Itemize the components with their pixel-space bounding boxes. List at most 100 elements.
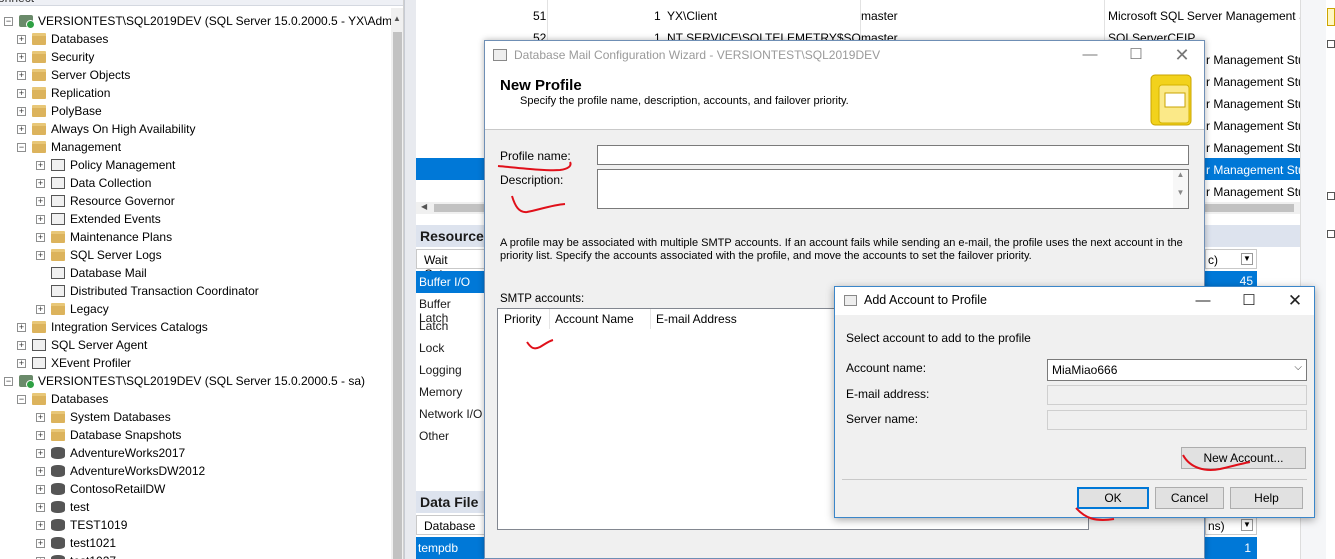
scroll-left-icon[interactable]: ◀	[421, 202, 427, 211]
expand-icon[interactable]: +	[36, 484, 45, 494]
tree-node[interactable]: + Database Snapshots	[36, 426, 181, 444]
ok-button[interactable]: OK	[1077, 487, 1149, 509]
tree-node[interactable]: + ContosoRetailDW	[36, 480, 165, 498]
expand-icon[interactable]: +	[17, 106, 26, 116]
close-icon[interactable]: ✕	[1272, 287, 1318, 315]
collapse-icon[interactable]	[1327, 40, 1335, 48]
description-input[interactable]: ▲ ▼	[597, 169, 1189, 209]
tree-node[interactable]: + Data Collection	[36, 174, 151, 192]
minimize-icon[interactable]: —	[1180, 287, 1226, 315]
tree-node[interactable]: + PolyBase	[17, 102, 102, 120]
cancel-button[interactable]: Cancel	[1155, 487, 1224, 509]
collapse-icon[interactable]	[1327, 192, 1335, 200]
new-account-button[interactable]: New Account...	[1181, 447, 1306, 469]
expand-icon[interactable]: +	[36, 196, 45, 206]
tree-node[interactable]: + Extended Events	[36, 210, 161, 228]
tree-node[interactable]: + Databases	[17, 30, 108, 48]
expand-icon[interactable]: +	[36, 502, 45, 512]
expand-icon[interactable]: +	[17, 70, 26, 80]
tree-node[interactable]: + SQL Server Logs	[36, 246, 162, 264]
help-button[interactable]: Help	[1230, 487, 1303, 509]
expand-icon[interactable]: +	[36, 160, 45, 170]
scrollbar-thumb[interactable]	[393, 32, 402, 559]
database-column-header[interactable]: Database	[416, 515, 486, 535]
expand-icon[interactable]: +	[36, 538, 45, 548]
email-address-column-header[interactable]: E-mail Address	[656, 312, 737, 326]
tree-node[interactable]: − VERSIONTEST\SQL2019DEV (SQL Server 15.0…	[4, 372, 365, 390]
tree-node[interactable]: − VERSIONTEST\SQL2019DEV (SQL Server 15.0…	[4, 12, 403, 30]
tree-node[interactable]: + Replication	[17, 84, 110, 102]
expand-icon[interactable]: +	[36, 520, 45, 530]
profile-name-input[interactable]	[597, 145, 1189, 165]
tree-node[interactable]: + Always On High Availability	[17, 120, 196, 138]
priority-column-header[interactable]: Priority	[504, 312, 541, 326]
tree-node[interactable]: + XEvent Profiler	[17, 354, 131, 372]
account-name-select[interactable]: MiaMiao666 ⌵	[1047, 359, 1307, 381]
collapse-icon[interactable]: −	[17, 142, 26, 152]
tree-node[interactable]: + Security	[17, 48, 94, 66]
expand-icon[interactable]: +	[36, 304, 45, 314]
tree-node[interactable]: + SQL Server Agent	[17, 336, 147, 354]
side-tab-icon[interactable]	[1327, 8, 1335, 26]
wait-category-row[interactable]: Lock	[416, 337, 486, 359]
wait-category-row[interactable]: Latch	[416, 315, 486, 337]
collapse-icon[interactable]: −	[4, 16, 13, 26]
tree-node[interactable]: + test1021	[36, 534, 116, 552]
response-time-column-header[interactable]: ns) ▼	[1205, 515, 1257, 535]
maximize-icon[interactable]: ☐	[1113, 41, 1159, 71]
tree-node[interactable]: + Policy Management	[36, 156, 175, 174]
collapse-icon[interactable]: −	[4, 376, 13, 386]
tree-node[interactable]: + Maintenance Plans	[36, 228, 172, 246]
close-icon[interactable]: ✕	[1159, 41, 1205, 71]
expand-icon[interactable]: +	[36, 412, 45, 422]
tree-node[interactable]: +test1027	[36, 552, 116, 559]
expand-icon[interactable]: +	[17, 322, 26, 332]
expand-icon[interactable]: +	[17, 124, 26, 134]
tree-node[interactable]: + Resource Governor	[36, 192, 175, 210]
tree-node[interactable]: Database Mail	[36, 264, 147, 282]
filter-dropdown-icon[interactable]: ▼	[1241, 519, 1253, 531]
add-account-title-bar[interactable]: Add Account to Profile — ☐ ✕	[835, 287, 1314, 315]
filter-dropdown-icon[interactable]: ▼	[1241, 253, 1253, 265]
expand-icon[interactable]: +	[17, 340, 26, 350]
tree-node[interactable]: + AdventureWorks2017	[36, 444, 185, 462]
tree-node[interactable]: + Server Objects	[17, 66, 130, 84]
expand-icon[interactable]: +	[36, 214, 45, 224]
account-name-column-header[interactable]: Account Name	[555, 312, 634, 326]
collapse-icon[interactable]	[1327, 230, 1335, 238]
tree-node[interactable]: + Legacy	[36, 300, 109, 318]
wizard-title-bar[interactable]: Database Mail Configuration Wizard - VER…	[485, 41, 1204, 71]
wait-category-row[interactable]: Logging	[416, 359, 486, 381]
tree-node[interactable]: Distributed Transaction Coordinator	[36, 282, 259, 300]
expand-icon[interactable]: +	[17, 52, 26, 62]
expand-icon[interactable]: +	[17, 34, 26, 44]
collapse-icon[interactable]: −	[17, 394, 26, 404]
server-name-field[interactable]	[1047, 410, 1307, 430]
expand-icon[interactable]: +	[17, 88, 26, 98]
expand-icon[interactable]: +	[36, 430, 45, 440]
splitter[interactable]	[404, 0, 416, 559]
expand-icon[interactable]: +	[36, 250, 45, 260]
wait-category-row[interactable]: Other	[416, 425, 486, 447]
tree-node[interactable]: + Integration Services Catalogs	[17, 318, 208, 336]
description-scrollbar[interactable]: ▲ ▼	[1173, 170, 1188, 208]
maximize-icon[interactable]: ☐	[1226, 287, 1272, 315]
expand-icon[interactable]: +	[17, 358, 26, 368]
chevron-down-icon[interactable]: ⌵	[1294, 362, 1302, 373]
tree-node[interactable]: + TEST1019	[36, 516, 127, 534]
scroll-up-icon[interactable]: ▲	[393, 14, 401, 23]
expand-icon[interactable]: +	[36, 466, 45, 476]
expand-icon[interactable]: +	[36, 178, 45, 188]
tree-node[interactable]: − Management	[17, 138, 121, 156]
email-address-field[interactable]	[1047, 385, 1307, 405]
wait-time-column-header[interactable]: c) ▼	[1205, 249, 1257, 269]
tree-node[interactable]: + test	[36, 498, 89, 516]
tree-node[interactable]: − Databases	[17, 390, 108, 408]
datafile-row-database[interactable]: tempdb	[416, 537, 486, 559]
wait-category-row[interactable]: Network I/O	[416, 403, 486, 425]
wait-category-row[interactable]: Buffer Latch	[416, 293, 486, 325]
expand-icon[interactable]: +	[36, 448, 45, 458]
wait-category-row[interactable]: Buffer I/O	[416, 271, 486, 293]
wait-category-row[interactable]: Memory	[416, 381, 486, 403]
tree-scrollbar[interactable]: ▲	[391, 8, 403, 559]
